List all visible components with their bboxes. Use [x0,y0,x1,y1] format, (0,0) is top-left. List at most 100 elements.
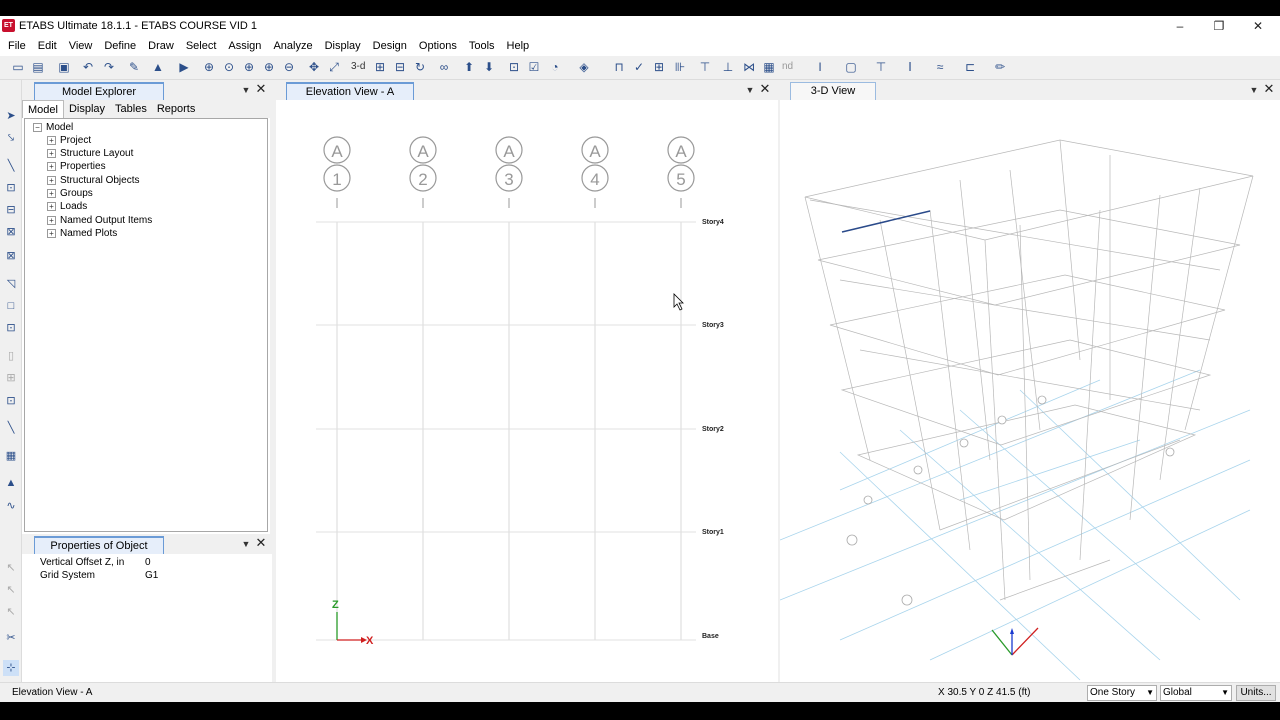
open-icon[interactable]: ▤ [30,59,46,75]
menu-file[interactable]: File [2,36,32,56]
pin-icon[interactable]: ▼ [1248,84,1260,96]
perspective-icon[interactable]: ∞ [436,59,452,75]
select-all-icon[interactable]: ↖ [3,560,19,576]
properties-title[interactable]: Properties of Object [34,536,164,554]
menu-design[interactable]: Design [367,36,413,56]
menu-assign[interactable]: Assign [222,36,267,56]
prop-value-offset[interactable]: 0 [145,556,151,569]
coord-system-select[interactable]: Global ▼ [1160,685,1232,701]
draw-wall-icon[interactable]: ▯ [3,348,19,364]
pin-icon[interactable]: ▼ [240,84,252,96]
tree-root[interactable]: − Model [33,121,73,134]
zoom-window-icon[interactable]: ⊕ [201,59,217,75]
refresh-icon[interactable]: ✎ [126,59,142,75]
column-icon[interactable]: ⊤ [697,59,713,75]
pointer-icon[interactable]: ➤ [3,108,19,124]
menu-help[interactable]: Help [501,36,536,56]
tree-item-loads[interactable]: + Loads [47,200,87,213]
expand-icon[interactable]: + [47,175,56,185]
zoom-restore-icon[interactable]: ⊙ [221,59,237,75]
set-display-icon[interactable]: ⊡ [506,59,522,75]
tab-reports[interactable]: Reports [152,100,201,118]
select-clr-icon[interactable]: ↖ [3,604,19,620]
expand-icon[interactable]: + [47,215,56,225]
extrude-icon[interactable]: ◈ [576,59,592,75]
draw-line-icon[interactable]: ╲ [3,158,19,174]
draw-link-icon[interactable]: ╲ [3,420,19,436]
redo-icon[interactable]: ↷ [101,59,117,75]
elevation-view-title[interactable]: Elevation View - A [286,82,414,100]
close-properties-icon[interactable]: ✕ [255,536,267,549]
pin-icon[interactable]: ▼ [240,538,252,550]
wall-icon[interactable]: ⊪ [672,59,688,75]
save-icon[interactable]: ▣ [56,59,72,75]
menu-edit[interactable]: Edit [32,36,63,56]
brace-icon[interactable]: ✓ [631,59,647,75]
tab-display[interactable]: Display [64,100,110,118]
threed-canvas[interactable] [779,100,1280,702]
menu-display[interactable]: Display [319,36,367,56]
draw-rect-floor-icon[interactable]: □ [3,298,19,314]
move-up-icon[interactable]: ⬆ [461,59,477,75]
draw-cross-icon[interactable]: ⊠ [3,248,19,264]
new-model-icon[interactable]: ▭ [10,59,26,75]
elevation-view-icon[interactable]: ⊟ [392,59,408,75]
tree-item-structural-objects[interactable]: + Structural Objects [47,174,139,187]
spring-icon[interactable]: ≈ [932,59,948,75]
text-icon[interactable]: I [812,59,828,75]
story-mode-select[interactable]: One Story ▼ [1087,685,1157,701]
collapse-icon[interactable]: − [33,122,42,132]
close-elevation-icon[interactable]: ✕ [759,82,771,95]
tab-tables[interactable]: Tables [110,100,152,118]
expand-icon[interactable]: + [47,201,56,211]
move-down-icon[interactable]: ⬇ [481,59,497,75]
draw-grid-icon[interactable]: ▦ [3,448,19,464]
dimension-icon[interactable]: Ⅰ [902,59,918,75]
object-shrink-icon[interactable]: ◔ [547,59,563,75]
expand-icon[interactable]: + [47,188,56,198]
draw-column-icon[interactable]: ⊟ [3,202,19,218]
frame-icon[interactable]: ⊓ [611,59,627,75]
selected-beam[interactable] [841,210,931,233]
tree-item-project[interactable]: + Project [47,134,91,147]
tree-item-named-plots[interactable]: + Named Plots [47,227,117,240]
rotate-view-icon[interactable]: ↻ [412,59,428,75]
menu-analyze[interactable]: Analyze [267,36,318,56]
secondary-beam-icon[interactable]: ⋈ [741,59,757,75]
undo-icon[interactable]: ↶ [80,59,96,75]
draw-opening-icon[interactable]: ⊡ [3,393,19,409]
draw-beam-icon[interactable]: ⊡ [3,180,19,196]
plan-view-icon[interactable]: ⊞ [372,59,388,75]
threed-view-title[interactable]: 3-D View [790,82,876,100]
menu-draw[interactable]: Draw [142,36,180,56]
reshape-icon[interactable]: ⤥ [3,130,19,146]
close-explorer-icon[interactable]: ✕ [255,82,267,95]
menu-tools[interactable]: Tools [463,36,501,56]
tree-item-groups[interactable]: + Groups [47,187,93,200]
model-explorer-title[interactable]: Model Explorer [34,82,164,100]
pin-icon[interactable]: ▼ [744,84,756,96]
3d-view-button[interactable]: 3-d [351,61,365,72]
draw-color-icon[interactable]: ✏ [992,59,1008,75]
draw-floor-icon[interactable]: ◹ [3,276,19,292]
minimize-button[interactable]: – [1160,16,1200,36]
select-ps-icon[interactable]: ↖ [3,582,19,598]
draw-quick-wall-icon[interactable]: ⊞ [3,370,19,386]
pan-icon[interactable]: ✥ [306,59,322,75]
elevation-canvas[interactable]: A A A A A 1 2 3 4 5 Story4 Story3 Story2… [276,100,778,682]
expand-icon[interactable]: + [47,135,56,145]
snap-icon[interactable]: ✂ [3,630,19,646]
tab-model[interactable]: Model [22,100,64,118]
expand-icon[interactable]: + [47,228,56,238]
nd-button[interactable]: nd [782,61,793,72]
tree-item-structure-layout[interactable]: + Structure Layout [47,147,133,160]
zoom-out-icon[interactable]: ⊖ [281,59,297,75]
zoom-in-step-icon[interactable]: ⊕ [261,59,277,75]
filter-icon[interactable]: ⊤ [873,59,889,75]
beam-icon[interactable]: ⊥ [720,59,736,75]
menu-view[interactable]: View [63,36,99,56]
draw-spring-icon[interactable]: ∿ [3,498,19,514]
rubber-band-icon[interactable]: ⤢ [326,59,342,75]
menu-options[interactable]: Options [413,36,463,56]
units-button[interactable]: Units... [1236,685,1276,701]
